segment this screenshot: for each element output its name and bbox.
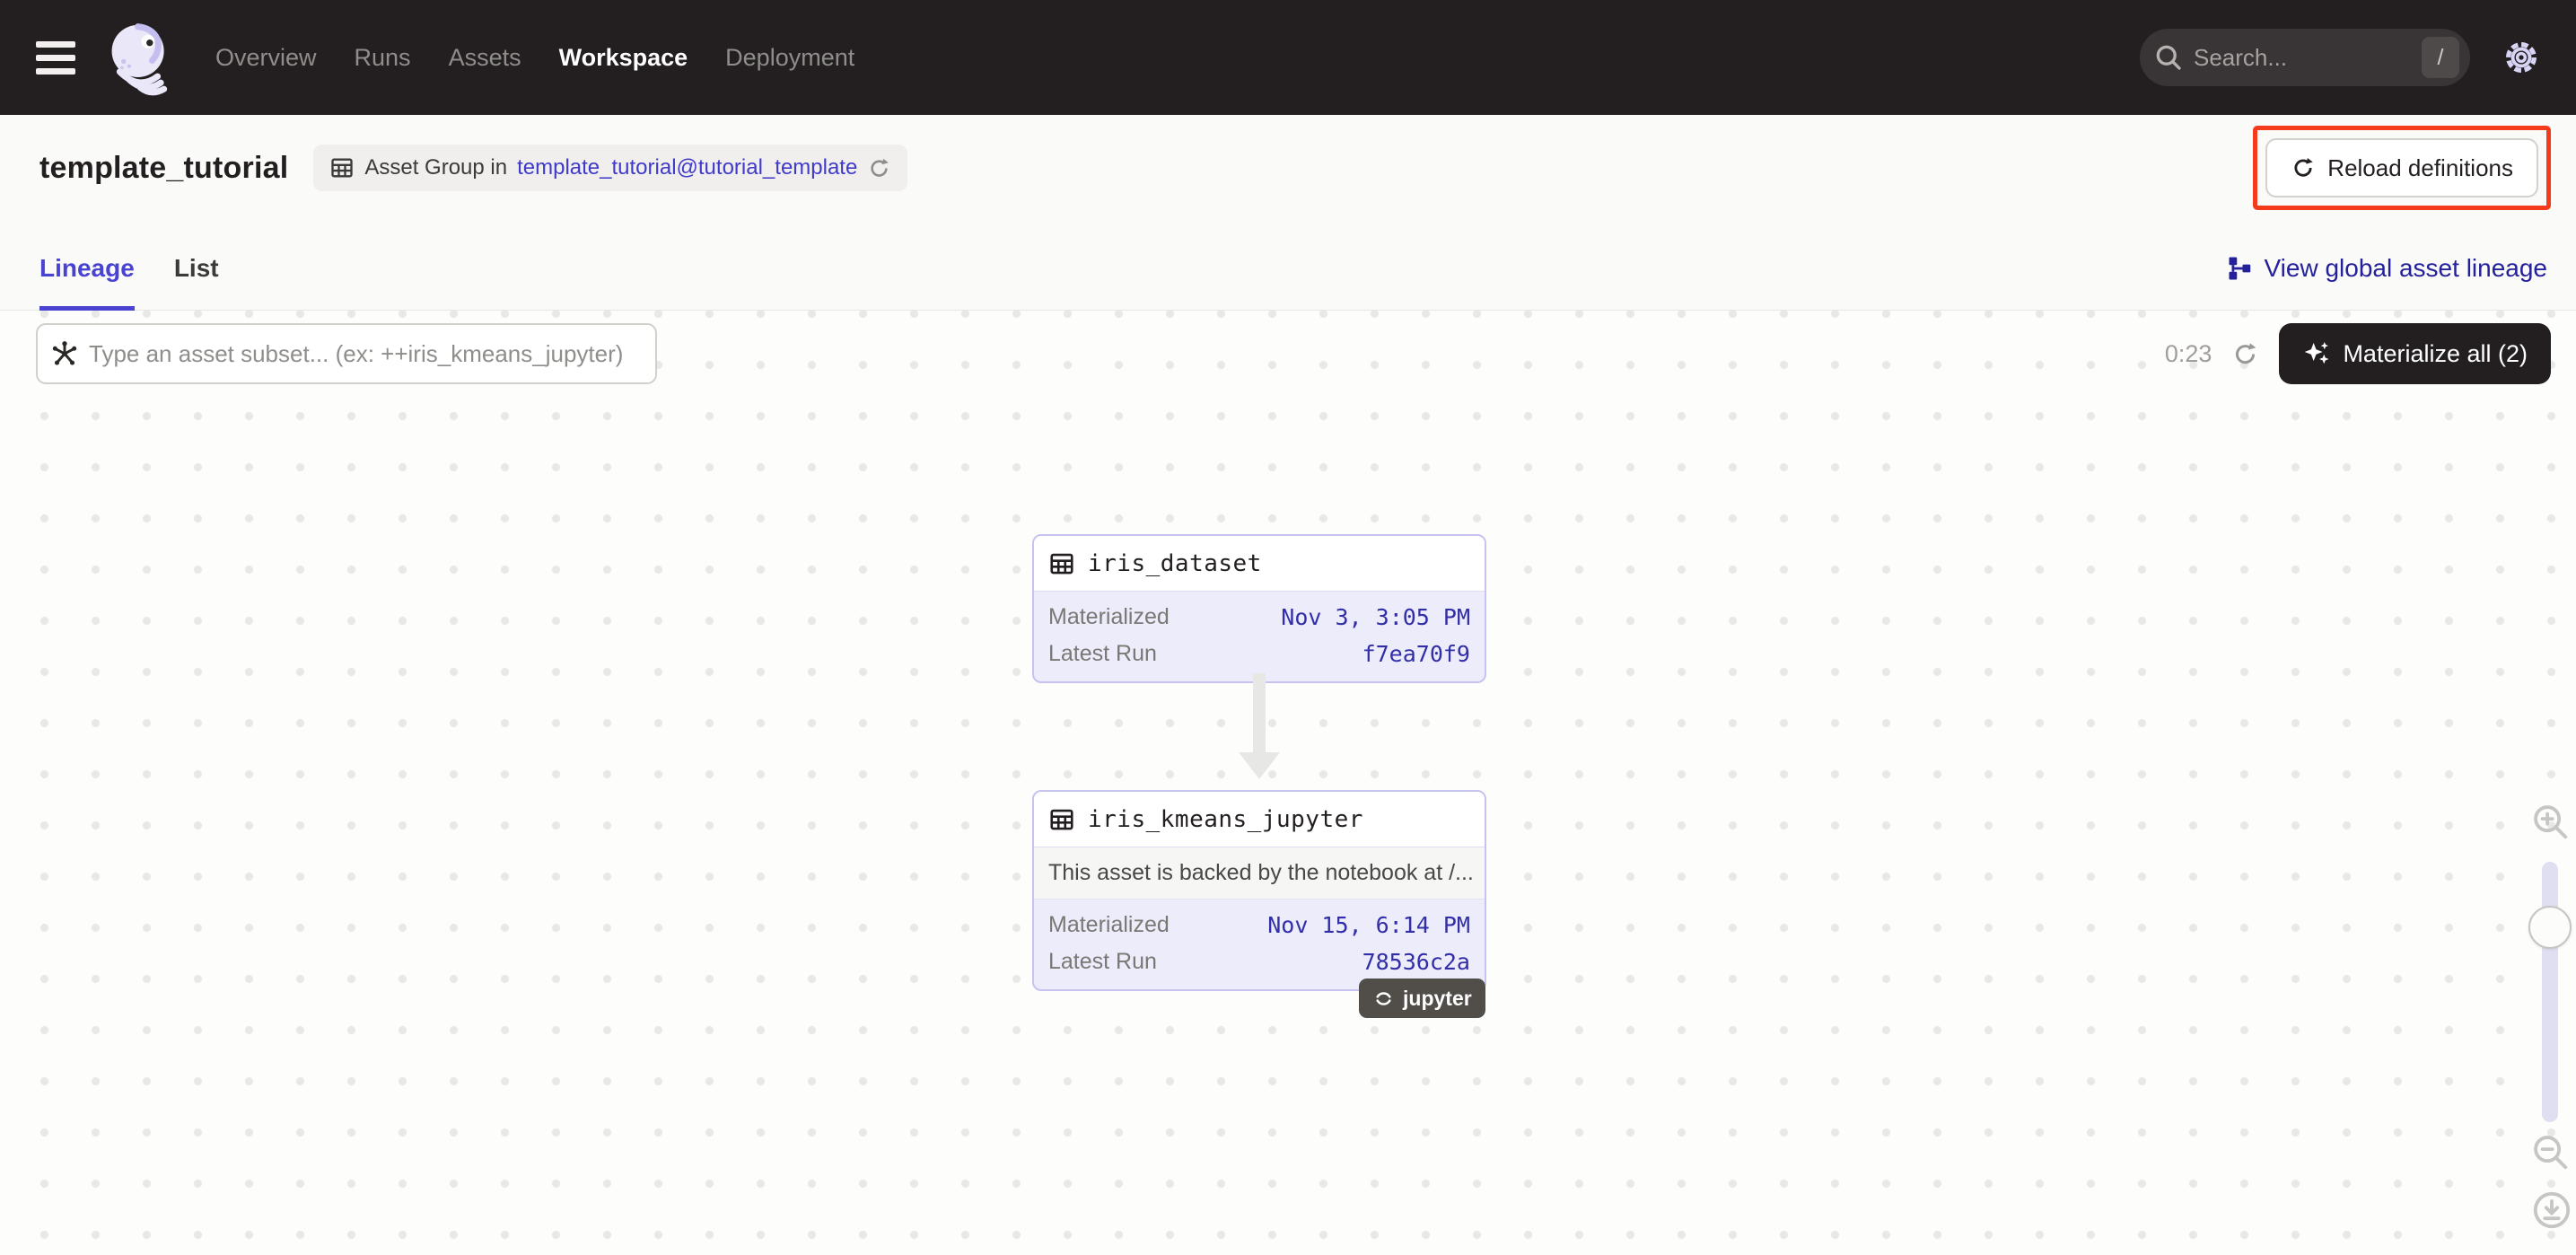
tab-lineage[interactable]: Lineage: [39, 226, 135, 310]
asset-group-link[interactable]: template_tutorial@tutorial_template: [517, 155, 857, 180]
asset-node-iris-kmeans-jupyter[interactable]: iris_kmeans_jupyter This asset is backed…: [1032, 790, 1486, 991]
tabs-bar: Lineage List View global asset lineage: [0, 221, 2576, 311]
graph-toolbar-right: 0:23 Materialize all (2): [2165, 323, 2551, 384]
zoom-slider-thumb[interactable]: [2528, 906, 2572, 949]
materialized-timestamp[interactable]: Nov 3, 3:05 PM: [1281, 604, 1470, 630]
nav-runs[interactable]: Runs: [355, 44, 411, 72]
asset-node-stats: Materialized Nov 3, 3:05 PM Latest Run f…: [1034, 592, 1485, 681]
reload-icon: [2291, 155, 2316, 180]
asset-node-stats: Materialized Nov 15, 6:14 PM Latest Run …: [1034, 900, 1485, 989]
lineage-graph-icon: [2227, 255, 2254, 282]
kind-tag-jupyter[interactable]: jupyter: [1359, 979, 1485, 1018]
latest-run-label: Latest Run: [1048, 641, 1157, 667]
nav-overview[interactable]: Overview: [215, 44, 317, 72]
refresh-graph-icon[interactable]: [2231, 340, 2259, 368]
materialize-all-button[interactable]: Materialize all (2): [2279, 323, 2551, 384]
asset-subset-input[interactable]: [89, 340, 643, 368]
asset-group-prefix: Asset Group in: [364, 155, 507, 180]
download-image-icon[interactable]: [2531, 1189, 2572, 1231]
lineage-graph-canvas[interactable]: 0:23 Materialize all (2): [0, 311, 2576, 1255]
jupyter-icon: [1372, 987, 1395, 1010]
nav-assets[interactable]: Assets: [449, 44, 521, 72]
zoom-slider-track[interactable]: [2542, 862, 2558, 1122]
table-icon: [1048, 806, 1075, 833]
table-icon: [1048, 550, 1075, 577]
asset-node-header: iris_dataset: [1034, 536, 1485, 592]
asset-group-tag: Asset Group in template_tutorial@tutoria…: [313, 145, 907, 191]
asset-description: This asset is backed by the notebook at …: [1034, 847, 1485, 900]
page-header: template_tutorial Asset Group in templat…: [0, 115, 2576, 221]
latest-run-id[interactable]: 78536c2a: [1362, 949, 1470, 975]
search-input[interactable]: [2185, 44, 2422, 72]
refresh-icon[interactable]: [867, 156, 891, 180]
asset-name: iris_dataset: [1088, 550, 1262, 577]
top-navbar: Overview Runs Assets Workspace Deploymen…: [0, 0, 2576, 115]
dagster-logo-icon[interactable]: [102, 18, 181, 97]
main-nav: Overview Runs Assets Workspace Deploymen…: [215, 44, 854, 72]
nav-workspace[interactable]: Workspace: [559, 44, 688, 72]
highlight-annotation-box: Reload definitions: [2253, 126, 2551, 210]
asset-node-header: iris_kmeans_jupyter: [1034, 792, 1485, 847]
latest-run-id[interactable]: f7ea70f9: [1362, 641, 1470, 667]
page-title: template_tutorial: [39, 151, 288, 186]
menu-icon[interactable]: [36, 41, 75, 75]
zoom-out-icon[interactable]: [2529, 1131, 2571, 1172]
op-selector-icon: [50, 339, 79, 368]
tab-list[interactable]: List: [174, 226, 219, 310]
asset-name: iris_kmeans_jupyter: [1088, 806, 1363, 833]
materialized-label: Materialized: [1048, 604, 1170, 630]
view-global-asset-lineage-link[interactable]: View global asset lineage: [2227, 254, 2547, 283]
sparkles-icon: [2302, 339, 2331, 368]
asset-subset-filter[interactable]: [36, 323, 657, 384]
reload-definitions-button[interactable]: Reload definitions: [2265, 138, 2538, 197]
search-shortcut-badge: /: [2422, 37, 2459, 78]
nav-deployment[interactable]: Deployment: [725, 44, 854, 72]
zoom-in-icon[interactable]: [2529, 801, 2571, 842]
latest-run-label: Latest Run: [1048, 949, 1157, 975]
lineage-edge-arrow: [1253, 673, 1266, 752]
asset-node-iris-dataset[interactable]: iris_dataset Materialized Nov 3, 3:05 PM…: [1032, 534, 1486, 683]
materialized-label: Materialized: [1048, 912, 1170, 938]
asset-group-icon: [329, 155, 355, 180]
gear-icon[interactable]: [2502, 39, 2540, 76]
refresh-timer: 0:23: [2165, 340, 2212, 368]
global-search[interactable]: /: [2140, 29, 2470, 86]
materialized-timestamp[interactable]: Nov 15, 6:14 PM: [1267, 912, 1470, 938]
dagster-app: Overview Runs Assets Workspace Deploymen…: [0, 0, 2576, 1255]
search-icon: [2152, 41, 2185, 74]
